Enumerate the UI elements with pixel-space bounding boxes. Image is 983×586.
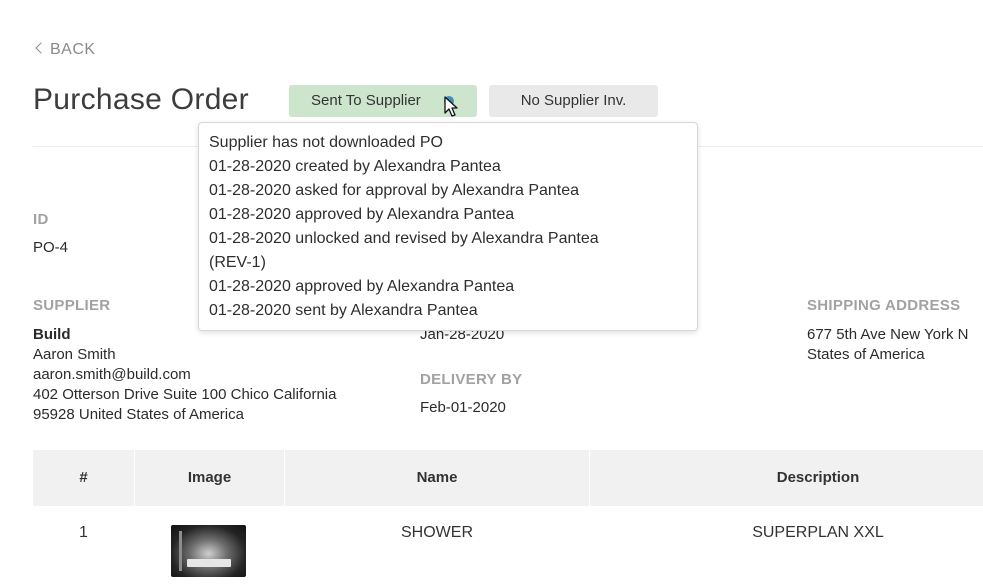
supplier-email: aaron.smith@build.com xyxy=(33,366,191,383)
row-description: SUPERPLAN XXL xyxy=(752,524,884,541)
mouse-pointer-icon xyxy=(444,96,458,117)
shipping-address-line-1: 677 5th Ave New York N xyxy=(807,326,969,343)
chevron-left-icon xyxy=(35,42,47,54)
popover-line: Supplier has not downloaded PO xyxy=(209,134,443,151)
product-image xyxy=(171,525,246,577)
image-detail xyxy=(187,559,231,567)
back-link[interactable]: BACK xyxy=(35,41,96,59)
sent-to-supplier-label: Sent To Supplier xyxy=(311,92,421,109)
status-history-popover: Supplier has not downloaded PO 01-28-202… xyxy=(198,122,698,331)
column-header-number: # xyxy=(79,469,88,486)
delivery-by-value: Feb-01-2020 xyxy=(420,399,506,416)
column-header-name: Name xyxy=(416,469,458,486)
shipping-address-block: 677 5th Ave New York N States of America xyxy=(807,325,983,365)
supplier-label: SUPPLIER xyxy=(33,297,111,314)
popover-line: 01-28-2020 approved by Alexandra Pantea xyxy=(209,278,515,295)
supplier-address-line-1: 402 Otterson Drive Suite 100 Chico Calif… xyxy=(33,386,337,403)
popover-line: (REV-1) xyxy=(209,254,266,271)
no-supplier-invoice-button[interactable]: No Supplier Inv. xyxy=(489,85,658,117)
popover-line: 01-28-2020 created by Alexandra Pantea xyxy=(209,158,501,175)
page-title: Purchase Order xyxy=(33,83,249,116)
supplier-contact: Aaron Smith xyxy=(33,346,116,363)
shipping-address-line-2: States of America xyxy=(807,346,925,363)
items-table-header: # Image Name Description xyxy=(33,450,983,506)
delivery-by-label: DELIVERY BY xyxy=(420,371,523,388)
popover-line: 01-28-2020 sent by Alexandra Pantea xyxy=(209,302,478,319)
id-value: PO-4 xyxy=(33,239,69,256)
popover-line: 01-28-2020 unlocked and revised by Alexa… xyxy=(209,230,599,247)
image-detail xyxy=(179,531,182,571)
id-label: ID xyxy=(33,211,49,228)
column-header-image: Image xyxy=(187,469,232,486)
row-number: 1 xyxy=(79,524,88,541)
column-header-description: Description xyxy=(776,469,860,486)
popover-line: 01-28-2020 approved by Alexandra Pantea xyxy=(209,206,515,223)
back-label: BACK xyxy=(50,41,96,58)
row-name: SHOWER xyxy=(401,524,473,541)
supplier-address-line-2: 95928 United States of America xyxy=(33,406,244,423)
popover-line: 01-28-2020 asked for approval by Alexand… xyxy=(209,182,580,199)
supplier-block: Build Aaron Smith aaron.smith@build.com … xyxy=(33,325,337,425)
shipping-address-label: SHIPPING ADDRESS xyxy=(807,297,961,314)
